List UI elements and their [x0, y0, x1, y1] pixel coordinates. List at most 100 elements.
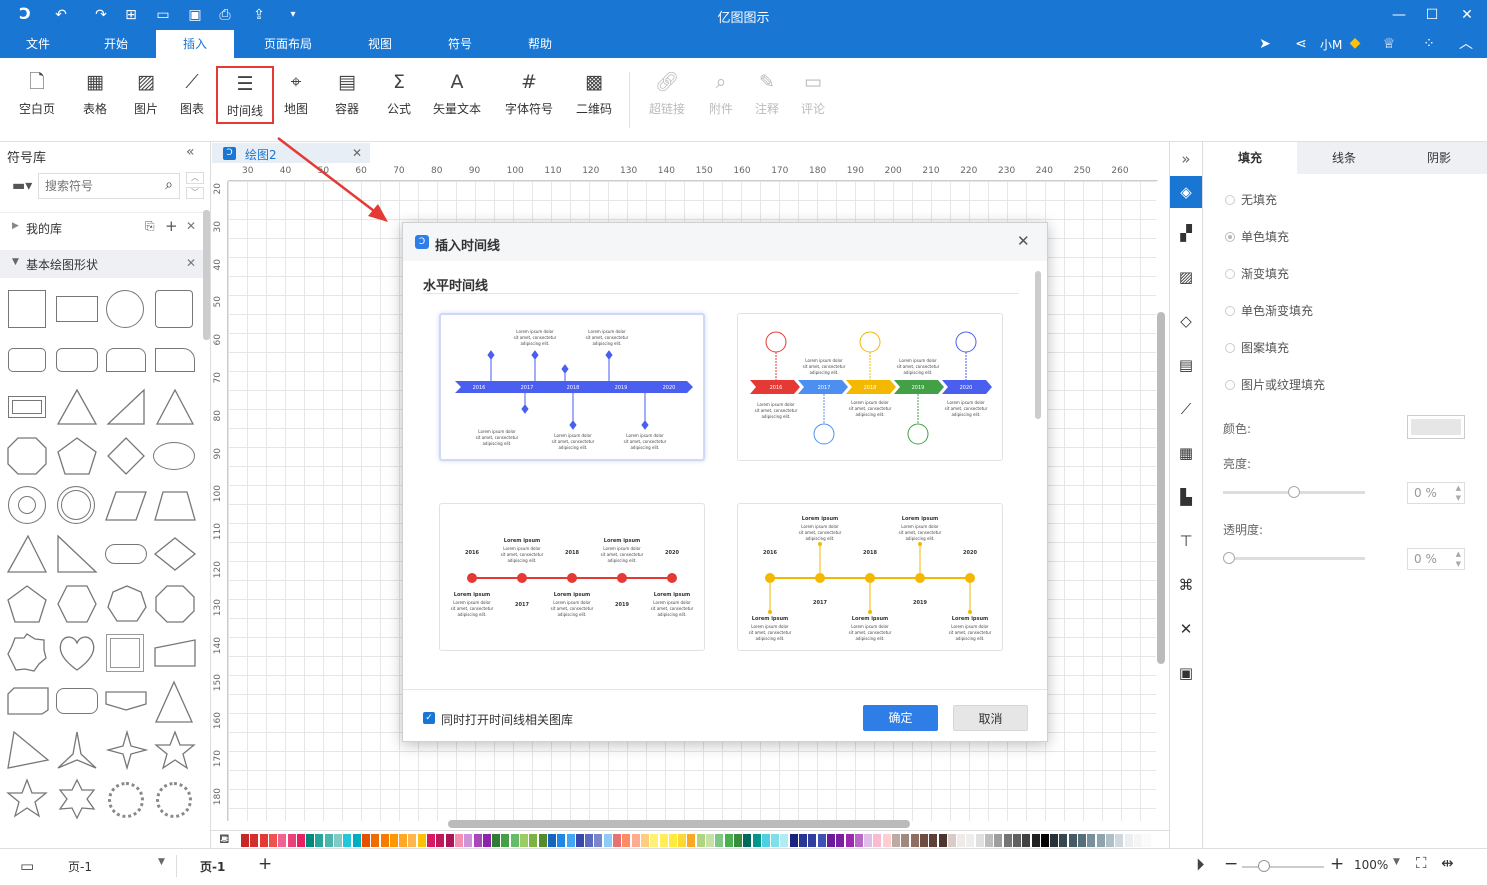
color-picker[interactable]: [1407, 415, 1465, 439]
my-library-row[interactable]: ▶ 我的库 ⎘ + ✕: [0, 212, 204, 242]
color-swatch[interactable]: [1143, 834, 1152, 847]
frame-square-shape[interactable]: [106, 634, 144, 672]
color-swatch[interactable]: [975, 834, 984, 847]
brightness-slider-thumb[interactable]: [1288, 486, 1300, 498]
octagon-2-shape[interactable]: [154, 584, 196, 624]
color-swatch[interactable]: [361, 834, 370, 847]
hexagon-shape[interactable]: [56, 584, 98, 624]
color-swatch[interactable]: [1078, 834, 1086, 847]
color-swatch[interactable]: [1115, 834, 1124, 847]
ellipse-shape[interactable]: [153, 442, 195, 470]
triangle-right-shape[interactable]: [6, 730, 50, 770]
timeline-template-3[interactable]: 2016 2017 2018 2019 2020 Lorem ipsum Lore…: [439, 503, 705, 651]
cancel-button[interactable]: 取消: [953, 705, 1028, 731]
color-swatch[interactable]: [687, 834, 696, 847]
color-swatch[interactable]: [1087, 834, 1096, 847]
triangle-shape[interactable]: [56, 388, 98, 426]
rounded-rect-3-shape[interactable]: [56, 688, 98, 714]
spinner-icon[interactable]: ▲ ▼: [1456, 483, 1461, 503]
color-swatch[interactable]: [873, 834, 882, 847]
add-page-icon[interactable]: +: [258, 854, 272, 874]
container-button[interactable]: ▤ 容器: [328, 70, 366, 134]
picture-icon[interactable]: ▨: [1175, 266, 1197, 288]
color-swatch[interactable]: [640, 834, 649, 847]
skin-shirt-icon[interactable]: ♕: [1380, 35, 1398, 53]
zoom-dropdown-icon[interactable]: ▼: [1393, 857, 1400, 867]
timeline-template-4[interactable]: 2016 2017 2018 2019 2020 Lorem ipsum Lore…: [737, 503, 1003, 651]
star-5-shape[interactable]: [6, 778, 48, 820]
parallelogram-shape[interactable]: [104, 490, 148, 522]
play-icon[interactable]: ⏵: [1196, 855, 1205, 875]
fill-bucket-icon[interactable]: ⛾: [219, 832, 230, 849]
qrcode-button[interactable]: ▩ 二维码: [574, 70, 614, 134]
color-swatch[interactable]: [296, 834, 305, 847]
rounded-rect-2-shape[interactable]: [56, 348, 98, 372]
pentagon-shape[interactable]: [56, 436, 98, 476]
trapezoid-shape[interactable]: [153, 490, 197, 522]
color-swatch[interactable]: [1105, 834, 1114, 847]
color-swatch[interactable]: [575, 834, 584, 847]
color-swatch[interactable]: [761, 834, 770, 847]
color-swatch[interactable]: [864, 834, 873, 847]
color-swatch[interactable]: [1050, 834, 1059, 847]
color-swatch[interactable]: [492, 834, 501, 847]
rounded-rect-shape[interactable]: [8, 348, 46, 372]
note-button[interactable]: ✎ 注释: [750, 70, 784, 134]
snip-corner-rect-shape[interactable]: [155, 348, 195, 372]
color-swatch[interactable]: [268, 834, 277, 847]
expand-panel-icon[interactable]: »: [1175, 148, 1197, 170]
table-button[interactable]: ▦ 表格: [76, 70, 114, 134]
circle-shape[interactable]: [106, 290, 144, 328]
page-dropdown-icon[interactable]: ▼: [158, 857, 165, 867]
isosceles-triangle-shape[interactable]: [155, 388, 197, 426]
seal-2-shape[interactable]: [156, 782, 192, 818]
color-swatch[interactable]: [1059, 834, 1068, 847]
right-triangle-shape[interactable]: [106, 388, 148, 426]
user-name[interactable]: 小M: [1320, 36, 1342, 53]
menu-file[interactable]: 文件: [14, 30, 62, 58]
maximize-icon[interactable]: ☐: [1423, 6, 1441, 24]
color-swatch[interactable]: [715, 834, 724, 847]
color-swatch[interactable]: [464, 834, 473, 847]
five-point-star-shape[interactable]: [154, 730, 196, 770]
vector-text-button[interactable]: A 矢量文本: [430, 70, 484, 134]
color-swatch[interactable]: [454, 834, 463, 847]
color-swatch[interactable]: [733, 834, 742, 847]
canvas-v-scrollbar[interactable]: [1157, 312, 1165, 664]
color-swatch[interactable]: [854, 834, 863, 847]
zoom-slider-thumb[interactable]: [1258, 860, 1270, 872]
color-swatch[interactable]: [557, 834, 566, 847]
formula-button[interactable]: Σ 公式: [380, 70, 418, 134]
symbol-search-box[interactable]: ⌕: [38, 173, 180, 199]
color-swatch[interactable]: [799, 834, 807, 847]
color-swatch[interactable]: [473, 834, 482, 847]
page-select[interactable]: 页-1: [68, 858, 92, 875]
library-menu-icon[interactable]: ▬▾: [12, 178, 32, 194]
zoom-slider[interactable]: [1242, 866, 1324, 868]
color-swatch[interactable]: [994, 834, 1003, 847]
color-swatch[interactable]: [250, 834, 259, 847]
fit-width-icon[interactable]: ⇹: [1441, 854, 1454, 872]
zoom-in-icon[interactable]: +: [1330, 854, 1344, 874]
font-symbol-button[interactable]: # 字体符号: [502, 70, 556, 134]
color-swatch[interactable]: [603, 834, 612, 847]
color-swatch[interactable]: [547, 834, 556, 847]
ring-shape[interactable]: [8, 486, 46, 524]
color-swatch[interactable]: [631, 834, 640, 847]
color-swatch[interactable]: [259, 834, 268, 847]
four-point-star-shape[interactable]: [106, 730, 148, 770]
fill-tool-active[interactable]: ◈: [1170, 176, 1202, 208]
color-swatch[interactable]: [929, 834, 938, 847]
color-swatch[interactable]: [408, 834, 417, 847]
color-swatch[interactable]: [836, 834, 845, 847]
color-swatch[interactable]: [241, 834, 249, 847]
expand-arrow-icon[interactable]: ▶: [12, 221, 19, 231]
color-swatch[interactable]: [1031, 834, 1040, 847]
color-swatch[interactable]: [743, 834, 752, 847]
dialog-close-icon[interactable]: ✕: [1017, 232, 1030, 250]
color-swatch[interactable]: [436, 834, 445, 847]
open-library-checkbox[interactable]: ✓: [423, 712, 435, 724]
group-shape-icon[interactable]: ▙: [1175, 486, 1197, 508]
share-icon[interactable]: ⋖: [1292, 35, 1310, 53]
dialog-scrollbar[interactable]: [1035, 271, 1041, 419]
